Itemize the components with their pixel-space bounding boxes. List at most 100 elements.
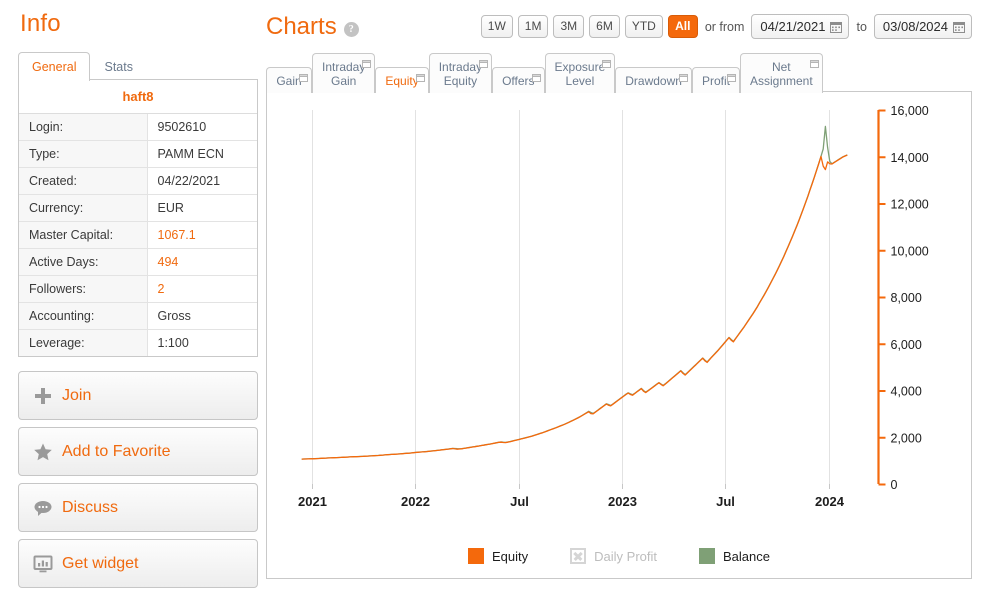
chart-tab-gain[interactable]: Gain [266, 67, 312, 93]
row-key: Master Capital: [19, 221, 148, 249]
svg-text:8,000: 8,000 [891, 291, 922, 305]
row-key: Leverage: [19, 329, 148, 356]
popout-window-icon[interactable] [531, 71, 541, 82]
popout-window-icon[interactable] [415, 71, 425, 82]
info-tabstrip: General Stats [18, 50, 258, 81]
row-value: 9502610 [147, 114, 257, 141]
chart-tab-label: Equity [385, 74, 419, 88]
chart-tab-label: Intraday Equity [438, 60, 483, 88]
chart-tabstrip: Gain Intraday Gain Equity Intraday Equity Offe… [266, 52, 972, 93]
chart-tab-profit[interactable]: Profit [691, 67, 740, 93]
row-key: Followers: [19, 275, 148, 303]
svg-text:16,000: 16,000 [891, 104, 929, 118]
range-1m[interactable]: 1M [517, 15, 549, 38]
row-key: Created: [19, 167, 148, 195]
chart-tab-label: Intraday Gain [322, 60, 366, 88]
info-card: haft8 Login: 9502610 Type: PAMM ECN Crea… [18, 79, 258, 357]
plus-icon [33, 386, 53, 406]
popout-window-icon[interactable] [602, 57, 612, 68]
add-to-favorite-label: Add to Favorite [62, 442, 171, 460]
charts-title: Charts [266, 13, 337, 40]
account-name: haft8 [19, 80, 257, 114]
legend-label-equity: Equity [492, 548, 529, 564]
legend-swatch-equity [468, 548, 484, 564]
chart-tab-intraday-equity[interactable]: Intraday Equity [428, 53, 493, 93]
action-buttons: Join Add to Favorite Discuss Get widget [18, 371, 258, 588]
row-value: PAMM ECN [147, 140, 257, 168]
row-value: 494 [147, 248, 257, 276]
tab-general[interactable]: General [18, 52, 91, 81]
date-to-input[interactable]: 03/08/2024 [873, 14, 972, 39]
range-ytd[interactable]: YTD [624, 15, 663, 38]
charts-panel: Charts ? 1W 1M 3M 6M YTD All or from 04/… [266, 10, 972, 579]
discuss-button-label: Discuss [62, 498, 119, 516]
svg-text:4,000: 4,000 [891, 385, 922, 399]
legend-label-balance: Balance [723, 548, 770, 564]
chart-tab-intraday-gain[interactable]: Intraday Gain [312, 53, 376, 93]
svg-text:2,000: 2,000 [891, 431, 922, 445]
row-value: EUR [147, 194, 257, 222]
equity-chart[interactable]: 0 2,000 4,000 6,000 8,000 10,000 12,000 14,000 1… [267, 92, 973, 580]
chart-tab-label: Gain [276, 74, 302, 88]
row-key: Type: [19, 140, 148, 168]
svg-text:2023: 2023 [608, 494, 637, 509]
svg-text:12,000: 12,000 [891, 198, 929, 212]
chart-tab-label: Exposure Level [554, 60, 606, 88]
date-to-value: 03/08/2024 [882, 19, 948, 34]
chart-tab-offers[interactable]: Offers [492, 67, 545, 93]
table-row: Currency: EUR [19, 194, 257, 222]
date-from-value: 04/21/2021 [760, 19, 826, 34]
table-row: Login: 9502610 [19, 114, 257, 141]
range-6m[interactable]: 6M [589, 15, 620, 38]
row-key: Active Days: [19, 248, 148, 276]
popout-window-icon[interactable] [809, 57, 819, 68]
calendar-icon [830, 21, 843, 33]
range-all[interactable]: All [667, 15, 698, 38]
to-label: to [856, 19, 867, 34]
tab-stats[interactable]: Stats [90, 52, 147, 81]
legend-label-daily-profit: Daily Profit [594, 548, 657, 564]
svg-text:2022: 2022 [401, 494, 430, 509]
range-3m[interactable]: 3M [553, 15, 585, 38]
svg-text:10,000: 10,000 [891, 244, 929, 258]
info-title: Info [20, 10, 61, 37]
add-to-favorite-button[interactable]: Add to Favorite [18, 427, 258, 476]
range-1w[interactable]: 1W [480, 15, 513, 38]
table-row: Active Days: 494 [19, 248, 257, 276]
equity-chart-panel: 0 2,000 4,000 6,000 8,000 10,000 12,000 14,000 1… [266, 91, 972, 579]
speech-bubble-icon [33, 498, 53, 518]
help-icon[interactable]: ? [343, 21, 359, 37]
discuss-button[interactable]: Discuss [18, 483, 258, 532]
chart-tab-equity[interactable]: Equity [375, 67, 429, 93]
row-key: Login: [19, 114, 148, 141]
table-row: Type: PAMM ECN [19, 140, 257, 168]
svg-text:2024: 2024 [815, 494, 845, 509]
svg-text:Jul: Jul [510, 494, 529, 509]
join-button[interactable]: Join [18, 371, 258, 420]
legend-item-equity[interactable]: Equity [468, 548, 528, 564]
join-button-label: Join [62, 386, 92, 404]
svg-text:Jul: Jul [716, 494, 735, 509]
legend-item-balance[interactable]: Balance [699, 548, 770, 564]
popout-window-icon[interactable] [299, 71, 308, 82]
table-row: Created: 04/22/2021 [19, 167, 257, 195]
table-row: Leverage: 1:100 [19, 329, 257, 356]
popout-window-icon[interactable] [678, 71, 688, 82]
svg-text:6,000: 6,000 [891, 338, 922, 352]
row-value: 04/22/2021 [147, 167, 257, 195]
row-value: 1:100 [147, 329, 257, 356]
charts-header: Charts ? 1W 1M 3M 6M YTD All or from 04/… [266, 10, 972, 44]
popout-window-icon[interactable] [362, 57, 372, 68]
popout-window-icon[interactable] [726, 71, 736, 82]
get-widget-button[interactable]: Get widget [18, 539, 258, 588]
svg-text:2021: 2021 [298, 494, 327, 509]
chart-tab-drawdown[interactable]: Drawdown [615, 67, 692, 93]
get-widget-button-label: Get widget [62, 554, 139, 572]
chart-tab-exposure-level[interactable]: Exposure Level [544, 53, 616, 93]
legend-item-daily-profit[interactable]: Daily Profit [570, 548, 657, 564]
date-from-input[interactable]: 04/21/2021 [751, 14, 850, 39]
chart-tab-net-assignment[interactable]: Net Assignment [739, 53, 823, 93]
popout-window-icon[interactable] [479, 57, 489, 68]
page-root: Info General Stats haft8 Login: 9502610 … [0, 0, 983, 604]
widget-chart-icon [33, 554, 53, 574]
